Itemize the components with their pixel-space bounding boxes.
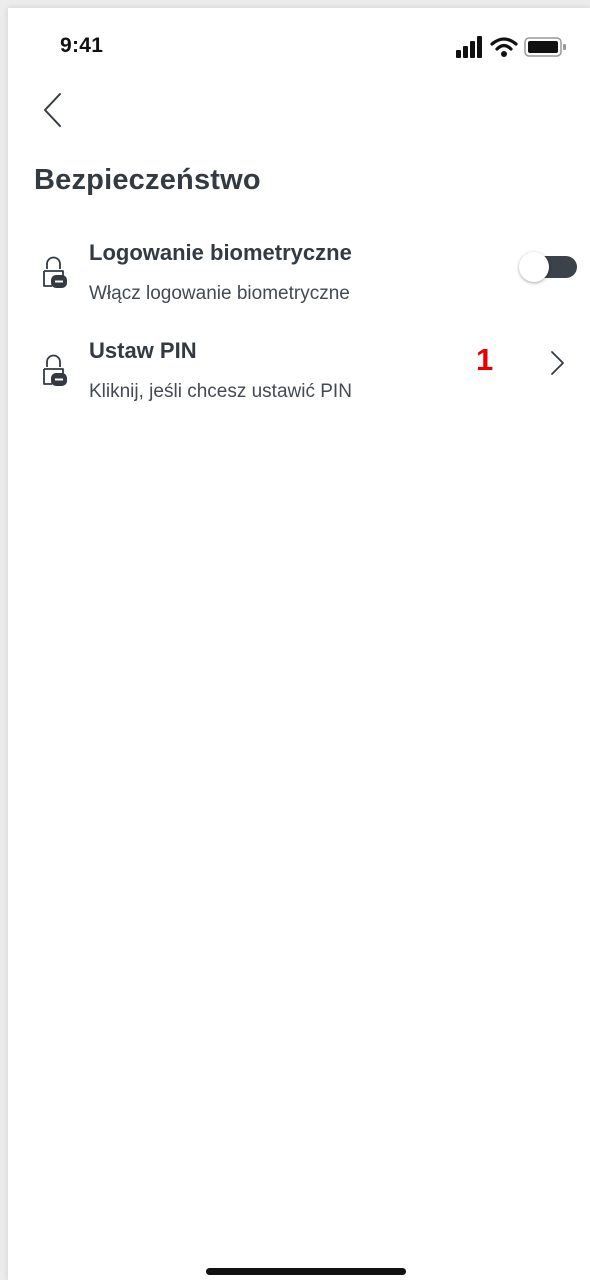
setting-title: Logowanie biometryczne — [89, 240, 352, 265]
lock-icon — [43, 256, 67, 288]
status-time: 9:41 — [60, 34, 104, 57]
setting-subtitle: Włącz logowanie biometryczne — [89, 283, 350, 304]
page-title: Bezpieczeństwo — [34, 164, 261, 196]
setting-subtitle: Kliknij, jeśli chcesz ustawić PIN — [89, 381, 352, 402]
chevron-right-icon[interactable] — [548, 348, 568, 378]
setting-row-set-pin[interactable]: Ustaw PIN Kliknij, jeśli chcesz ustawić … — [8, 328, 590, 408]
phone-screen: 9:41 Bezpieczeństwo Logowanie biometrycz… — [8, 8, 590, 1280]
back-button[interactable] — [34, 88, 74, 132]
biometric-toggle[interactable] — [519, 252, 579, 282]
battery-icon — [524, 37, 566, 57]
chevron-left-icon — [44, 93, 61, 127]
wifi-icon — [490, 37, 518, 57]
annotation-number: 1 — [476, 342, 494, 377]
cellular-signal-icon — [456, 36, 482, 58]
toggle-knob — [519, 252, 549, 282]
setting-row-biometric-login[interactable]: Logowanie biometryczne Włącz logowanie b… — [8, 230, 590, 310]
status-icons — [446, 36, 566, 58]
home-indicator[interactable] — [206, 1268, 406, 1275]
status-bar: 9:41 — [8, 8, 590, 88]
lock-icon — [43, 354, 67, 386]
setting-title: Ustaw PIN — [89, 338, 197, 363]
